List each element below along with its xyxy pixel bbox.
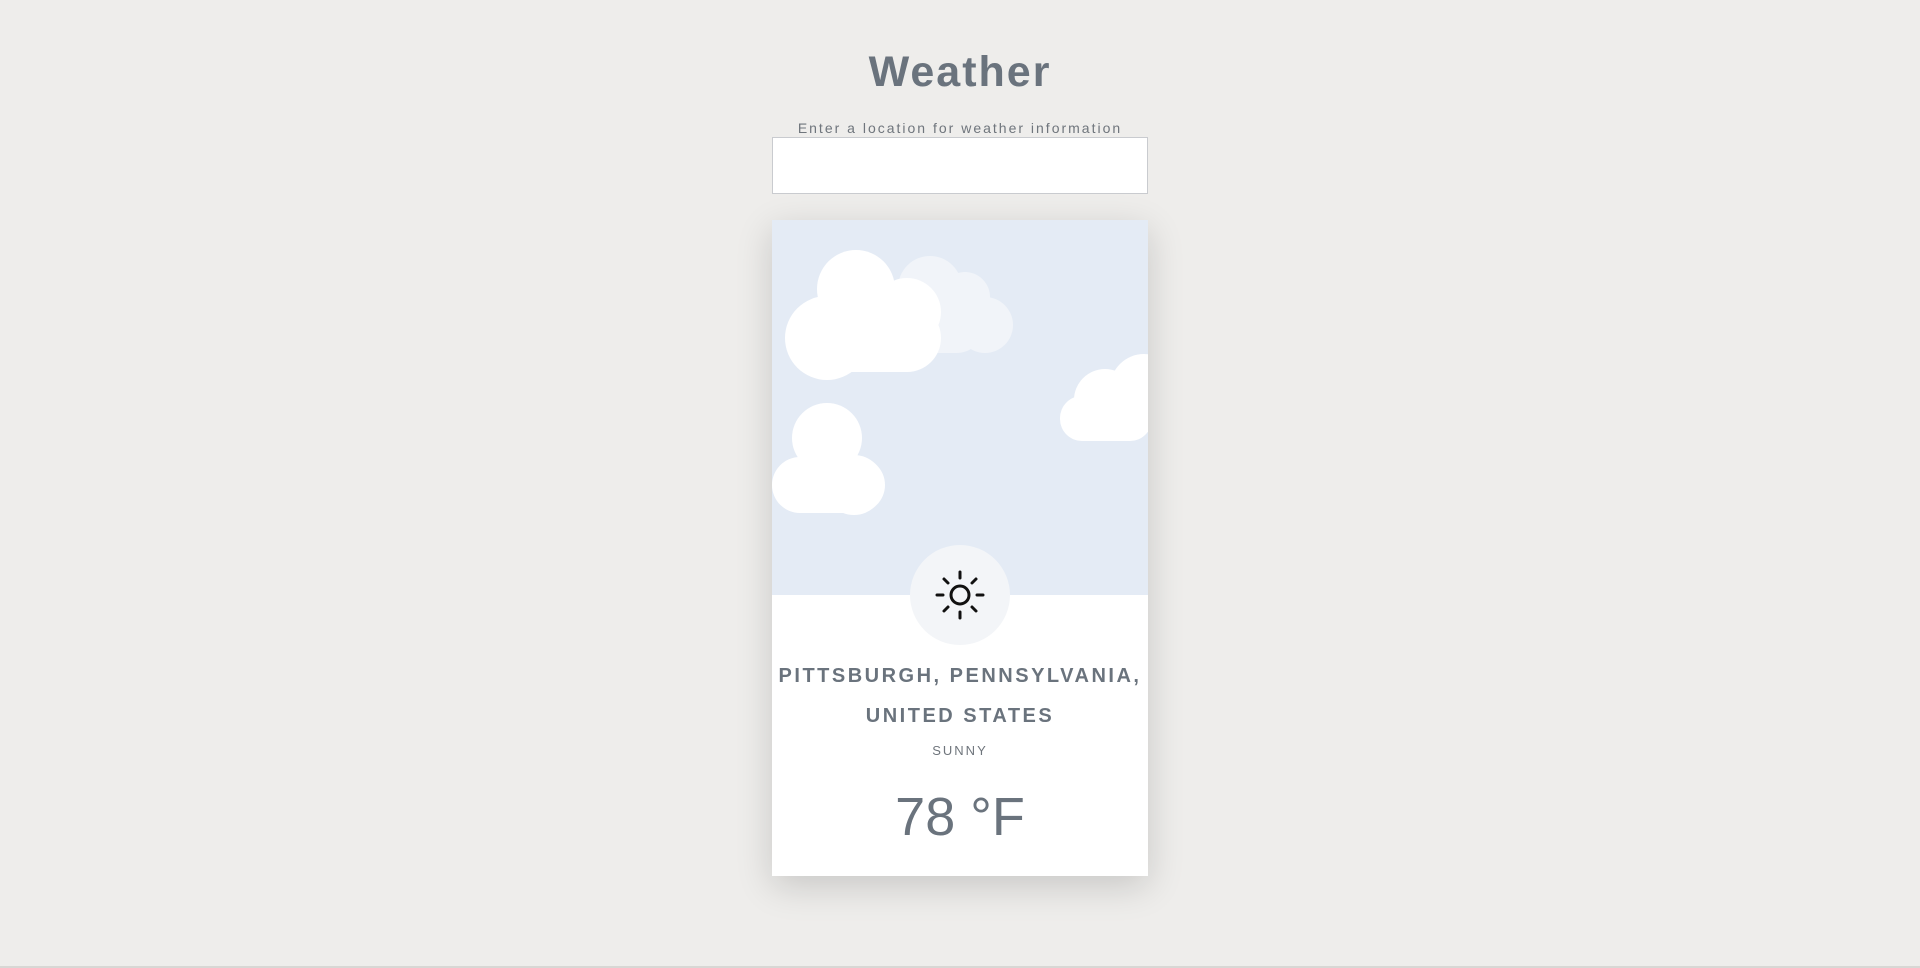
weather-condition: Sunny bbox=[932, 743, 988, 758]
temperature: 78 °F bbox=[895, 787, 1025, 847]
location-label: Enter a location for weather information bbox=[797, 120, 1123, 136]
weather-page: Weather Enter a location for weather inf… bbox=[0, 0, 1920, 968]
clouds-illustration bbox=[772, 250, 1148, 515]
location-input[interactable] bbox=[772, 137, 1148, 194]
page-title: Weather bbox=[868, 48, 1052, 96]
location-name: Pittsburgh, Pennsylvania, United States bbox=[778, 665, 1142, 727]
weather-icon-badge bbox=[910, 545, 1010, 645]
weather-card: Pittsburgh, Pennsylvania, United States … bbox=[772, 220, 1148, 876]
sky-illustration bbox=[772, 220, 1148, 595]
sun-icon bbox=[935, 570, 985, 620]
right-cloud bbox=[1060, 354, 1148, 441]
left-cloud bbox=[772, 403, 885, 515]
